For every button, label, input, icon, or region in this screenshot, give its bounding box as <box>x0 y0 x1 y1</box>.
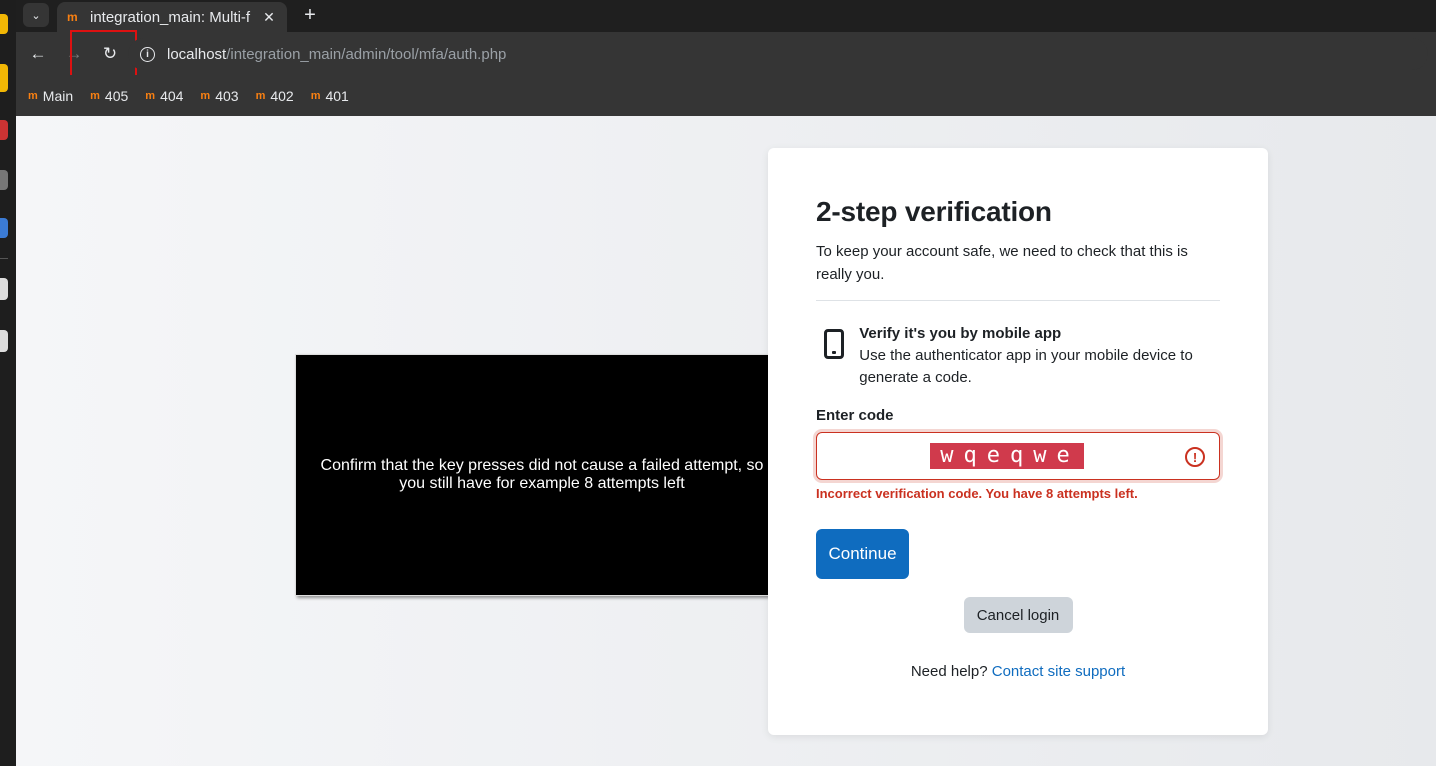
dock-app-icon[interactable] <box>0 278 8 300</box>
bookmark-item[interactable]: m Main <box>28 88 73 104</box>
mobile-phone-icon <box>816 325 859 389</box>
contact-support-link[interactable]: Contact site support <box>992 663 1125 680</box>
error-icon: ! <box>1185 447 1205 467</box>
moodle-favicon-icon: m <box>90 89 100 102</box>
help-text: Need help? <box>910 663 988 680</box>
code-label: Enter code <box>816 407 894 424</box>
verification-code-input[interactable]: wqeqwe ! <box>816 432 1220 480</box>
dock-app-icon[interactable] <box>0 120 8 140</box>
dock-app-icon[interactable] <box>0 14 8 34</box>
browser-toolbar: ← → ↻ i localhost/integration_main/admin… <box>16 30 1436 80</box>
bookmark-label: 403 <box>215 87 239 104</box>
moodle-favicon-icon: m <box>145 89 156 102</box>
moodle-favicon-icon: m <box>200 89 211 102</box>
error-message: Incorrect verification code. You have 8 … <box>816 486 1138 501</box>
factor-title: Verify it's you by mobile app <box>859 325 1062 342</box>
code-value: wqeqwe <box>930 443 1084 469</box>
page-content: Confirm that the key presses did not cau… <box>16 116 1436 766</box>
dock-app-icon[interactable] <box>0 64 8 92</box>
dock-app-icon[interactable] <box>0 170 8 190</box>
bookmarks-bar: m Main m 405 m 404 m 403 m 402 m 401 <box>16 75 1436 116</box>
dock-separator <box>0 258 8 259</box>
page-title: 2-step verification <box>816 196 1052 227</box>
new-tab-button[interactable]: + <box>297 3 323 27</box>
cancel-login-button[interactable]: Cancel login <box>963 597 1073 633</box>
mfa-card: 2-step verification To keep your account… <box>768 148 1268 735</box>
address-bar[interactable]: i localhost/integration_main/admin/tool/… <box>128 38 1428 70</box>
tab-search-button[interactable]: ⌄ <box>23 3 49 27</box>
factor-info: Verify it's you by mobile app Use the au… <box>816 325 1220 389</box>
bookmark-item[interactable]: m 405 <box>90 88 128 104</box>
info-icon[interactable]: i <box>140 46 155 62</box>
dock-app-icon[interactable] <box>0 218 8 238</box>
factor-description: Use the authenticator app in your mobile… <box>859 347 1193 386</box>
help-section: Need help? Contact site support <box>816 663 1220 680</box>
moodle-favicon-icon: m <box>255 89 266 102</box>
moodle-favicon-icon: m <box>310 89 321 102</box>
dock-app-icon[interactable] <box>0 330 8 352</box>
close-icon[interactable]: ✕ <box>259 9 279 26</box>
plus-icon: + <box>304 3 316 26</box>
arrow-left-icon: ← <box>29 44 47 63</box>
moodle-favicon-icon: m <box>67 10 78 24</box>
back-button[interactable]: ← <box>26 42 50 66</box>
divider <box>816 300 1220 301</box>
bookmark-item[interactable]: m 404 <box>145 88 183 104</box>
tab-bar: ⌄ m integration_main: Multi-f ✕ + <box>16 0 1436 32</box>
bookmark-label: Main <box>42 87 74 104</box>
chevron-down-icon: ⌄ <box>31 9 41 22</box>
moodle-favicon-icon: m <box>28 89 38 102</box>
bookmark-label: 401 <box>325 87 349 104</box>
intro-text: To keep your account safe, we need to ch… <box>816 243 1188 283</box>
bookmark-item[interactable]: m 401 <box>311 88 349 104</box>
os-dock <box>0 0 16 766</box>
bookmark-item[interactable]: m 403 <box>200 88 238 104</box>
bookmark-label: 405 <box>104 87 129 104</box>
reload-highlight-box <box>70 30 137 80</box>
bookmark-label: 402 <box>270 87 294 104</box>
bookmark-item[interactable]: m 402 <box>256 88 294 104</box>
overlay-text: Confirm that the key presses did not cau… <box>320 457 764 492</box>
tab-title: integration_main: Multi-f <box>90 8 251 26</box>
url-path: /integration_main/admin/tool/mfa/auth.ph… <box>226 45 507 63</box>
browser-tab[interactable]: m integration_main: Multi-f ✕ <box>57 2 287 32</box>
instruction-overlay: Confirm that the key presses did not cau… <box>295 354 789 596</box>
url-host: localhost <box>167 45 227 63</box>
continue-button[interactable]: Continue <box>816 529 909 579</box>
bookmark-label: 404 <box>160 87 184 104</box>
